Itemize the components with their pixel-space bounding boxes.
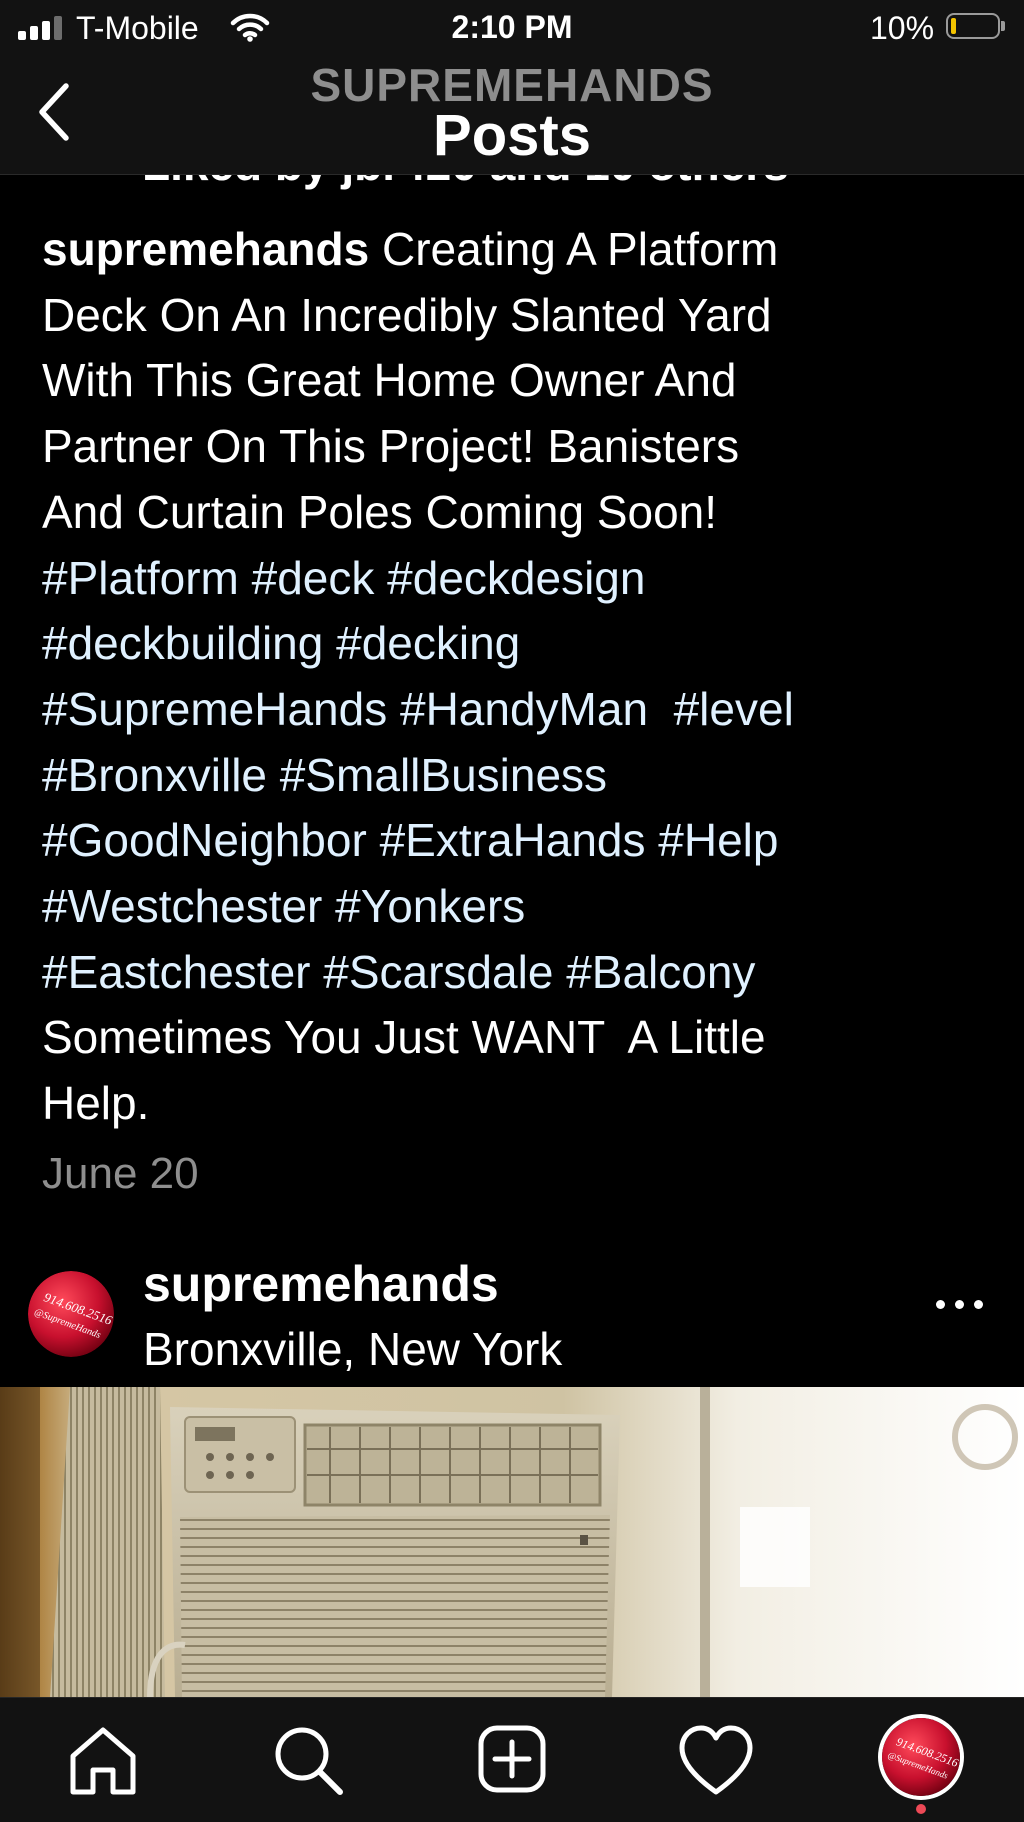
hashtag-link[interactable]: #Yonkers [335,880,525,932]
caption-line: supremehands Creating A Platform [42,217,992,283]
battery-percent: 10% [870,10,935,46]
caption-line: Partner On This Project! Banisters [42,414,992,480]
caption-line: #deckbuilding #decking [42,611,992,677]
caption-text [387,683,400,735]
hashtag-link[interactable]: #Platform [42,552,239,604]
caption-text [367,814,380,866]
tab-new-post[interactable] [464,1712,560,1808]
caption-text: With This Great Home Owner And [42,354,737,407]
caption-text [648,683,674,735]
posts-feed[interactable]: Liked by jbr420 and 10 others supremehan… [0,175,1024,1697]
notification-dot [916,1804,926,1814]
more-options-button[interactable] [930,1290,990,1320]
caption-line: #Eastchester #Scarsdale #Balcony [42,940,992,1006]
caption-line: Help. [42,1071,992,1137]
caption-text [267,749,280,801]
caption-line: #GoodNeighbor #ExtraHands #Help [42,808,992,874]
hashtag-link[interactable]: #deckbuilding [42,617,323,669]
hashtag-link[interactable]: #level [674,683,794,735]
tab-profile[interactable]: 914.608.2516 @SupremeHands [874,1712,970,1808]
caption-text [239,552,252,604]
hashtag-link[interactable]: #Scarsdale [323,946,553,998]
hashtag-link[interactable]: #Bronxville [42,749,267,801]
battery-terminal [1001,21,1005,31]
hashtag-link[interactable]: #ExtraHands [380,814,646,866]
caption-text [646,814,659,866]
profile-avatar: 914.608.2516 @SupremeHands [882,1718,960,1796]
hashtag-link[interactable]: #Help [658,814,778,866]
hashtag-link[interactable]: #SmallBusiness [280,749,607,801]
caption-text [553,946,566,998]
caption-line: Deck On An Incredibly Slanted Yard [42,283,992,349]
caption-text [323,617,336,669]
hashtag-link[interactable]: #deckdesign [387,552,645,604]
caption-text: Deck On An Incredibly Slanted Yard [42,288,772,341]
heart-icon [679,1725,753,1795]
post-location[interactable]: Bronxville, New York [143,1322,562,1376]
hashtag-link[interactable]: #Westchester [42,880,322,932]
caption-username[interactable]: supremehands [42,223,369,275]
post-caption: supremehands Creating A Platform Deck On … [42,217,992,1137]
caption-line: #Westchester #Yonkers [42,874,992,940]
plus-square-icon [478,1725,546,1793]
tab-home[interactable] [55,1712,151,1808]
home-icon [70,1727,136,1795]
battery-level-fill [951,18,956,34]
caption-line: #SupremeHands #HandyMan #level [42,677,992,743]
post-username[interactable]: supremehands [143,1255,499,1313]
hashtag-link[interactable]: #Eastchester [42,946,310,998]
caption-text [322,880,335,932]
post-date: June 20 [42,1149,199,1198]
more-horizontal-icon [936,1300,945,1309]
bottom-tab-bar: 914.608.2516 @SupremeHands [0,1697,1024,1822]
hashtag-link[interactable]: #HandyMan [400,683,648,735]
caption-text: Sometimes You Just WANT A Little [42,1011,766,1064]
avatar[interactable]: 914.608.2516 @SupremeHands [28,1271,114,1357]
caption-line: #Bronxville #SmallBusiness [42,743,992,809]
caption-text: Creating A Platform [382,223,779,275]
page-title: Posts [433,103,591,168]
caption-line: With This Great Home Owner And [42,348,992,414]
hashtag-link[interactable]: #Balcony [566,946,755,998]
caption-line: And Curtain Poles Coming Soon! [42,480,992,546]
hashtag-link[interactable]: #deck [252,552,375,604]
caption-text [374,552,387,604]
profile-avatar-image: 914.608.2516 @SupremeHands [882,1718,960,1796]
likes-count-clipped[interactable]: Liked by jbr420 and 10 others [142,175,789,191]
post-image[interactable] [0,1387,1024,1697]
hashtag-link[interactable]: #SupremeHands [42,683,387,735]
hashtag-link[interactable]: #decking [336,617,520,669]
hashtag-link[interactable]: #GoodNeighbor [42,814,367,866]
air-conditioner-photo [0,1387,1024,1697]
caption-text [310,946,323,998]
profile-avatar-image: 914.608.2516 @SupremeHands [28,1271,114,1357]
navigation-header: SUPREMEHANDS Posts [0,56,1024,175]
tab-search[interactable] [258,1712,354,1808]
caption-line: #Platform #deck #deckdesign [42,546,992,612]
status-bar: T-Mobile 2:10 PM 10% [0,0,1024,56]
caption-text: Help. [42,1077,150,1130]
caption-line: Sometimes You Just WANT A Little [42,1005,992,1071]
search-icon [275,1727,343,1795]
tab-activity[interactable] [668,1712,764,1808]
caption-text: And Curtain Poles Coming Soon! [42,485,718,538]
caption-text: Partner On This Project! Banisters [42,420,740,473]
battery-icon [946,13,1000,39]
